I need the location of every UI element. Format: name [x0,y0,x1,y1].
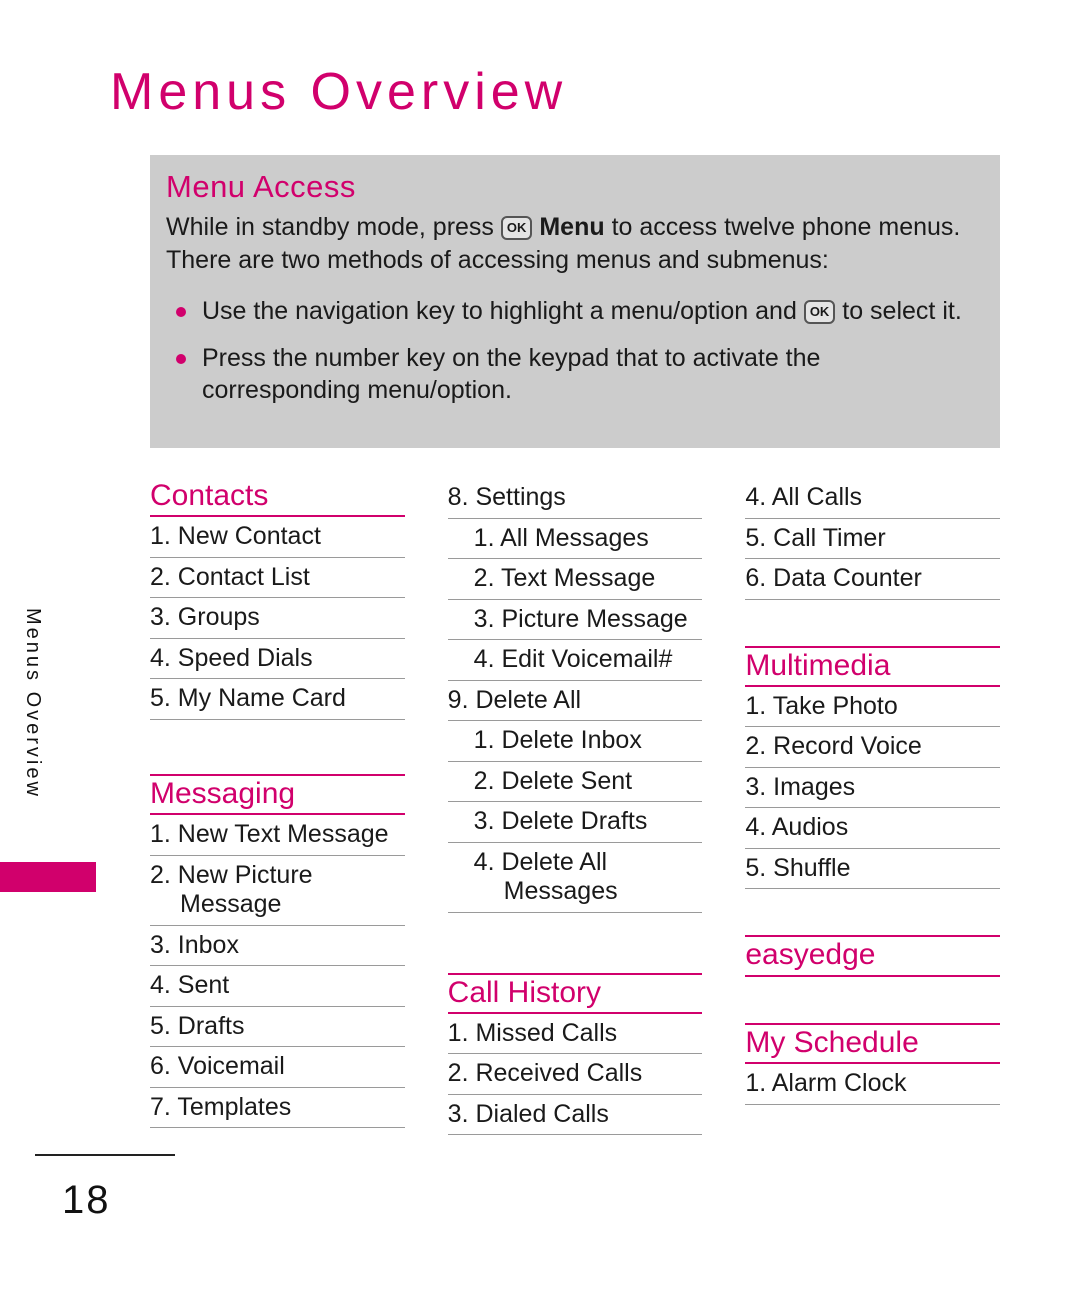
menu-item[interactable]: 2. New Picture Message [150,856,405,926]
side-tab-marker [0,862,96,892]
menu-access-bullets: Use the navigation key to highlight a me… [166,295,978,407]
page-number: 18 [62,1178,111,1222]
bullet-text-part1: Use the navigation key to highlight a me… [202,297,797,325]
menu-item[interactable]: 5. Shuffle [745,849,1001,890]
bullet-dot-icon [176,307,186,317]
menu-item[interactable]: 3. Inbox [150,926,405,967]
column-spacer [448,913,703,973]
menu-item[interactable]: 1. Delete Inbox [447,721,703,762]
section-call-history-continued: 4. All Calls 5. Call Timer 6. Data Count… [745,478,1001,600]
menu-item[interactable]: 1. All Messages [447,519,703,559]
menu-item[interactable]: 1. New Text Message [150,815,405,856]
menu-item[interactable]: 1. Take Photo [745,687,1001,728]
page-title: Menus Overview [110,63,568,121]
section-contacts: Contacts 1. New Contact 2. Contact List … [150,478,405,720]
menu-item[interactable]: 4. Edit Voicemail# [447,640,703,681]
menu-access-callout: Menu Access While in standby mode, press… [150,155,1000,448]
menu-access-paragraph: While in standby mode, press OK Menu to … [166,211,978,277]
menu-item[interactable]: 3. Picture Message [447,600,703,640]
ok-key-icon: OK [500,216,533,240]
menu-item[interactable]: 5. Drafts [150,1007,405,1048]
section-heading-messaging: Messaging [150,773,405,816]
menu-item[interactable]: 4. Audios [745,808,1001,849]
section-multimedia: Multimedia 1. Take Photo 2. Record Voice… [745,645,1001,890]
bullet-item: Use the navigation key to highlight a me… [166,295,978,328]
section-heading-easyedge: easyedge [745,935,1001,977]
bullet-text-part2: to select it. [842,297,962,325]
menu-item-label-cont: Message [180,890,282,919]
menu-word: Menu [539,213,605,241]
intro-text-part2: to access twelve phone menus. [611,213,961,241]
menu-access-heading: Menu Access [166,169,356,204]
section-messaging: Messaging 1. New Text Message 2. New Pic… [150,773,405,1129]
menu-item-label-cont: Messages [503,877,618,905]
column-spacer [745,977,1000,1023]
section-messaging-continued: 8. Settings 1. All Messages 2. Text Mess… [447,478,703,913]
menu-item[interactable]: 4. Sent [150,966,405,1007]
menu-item[interactable]: 3. Delete Drafts [447,802,703,843]
menu-item[interactable]: 2. Contact List [150,558,405,599]
menu-column-1: Contacts 1. New Contact 2. Contact List … [150,478,405,1135]
section-heading-call-history: Call History [447,972,703,1014]
menu-item[interactable]: 8. Settings [447,478,703,519]
section-heading-multimedia: Multimedia [745,645,1001,687]
intro-text-part1: While in standby mode, press [166,213,494,241]
menu-columns: Contacts 1. New Contact 2. Contact List … [150,478,1001,1136]
menu-item[interactable]: 1. Missed Calls [447,1014,703,1055]
menu-item[interactable]: 7. Templates [150,1088,405,1129]
intro-text-line2: There are two methods of accessing menus… [166,246,829,274]
menu-item[interactable]: 6. Data Counter [745,559,1001,600]
bullet-item: Press the number key on the keypad that … [166,342,978,407]
menu-item[interactable]: 3. Dialed Calls [447,1095,703,1136]
menu-item[interactable]: 3. Images [745,768,1001,809]
section-my-schedule: My Schedule 1. Alarm Clock [745,1022,1001,1105]
menu-column-2: 8. Settings 1. All Messages 2. Text Mess… [447,478,703,1136]
menu-item[interactable]: 4. Delete All Messages [447,843,703,913]
bullet-text-part1: Press the number key on the keypad that … [202,343,821,405]
menu-item[interactable]: 2. Delete Sent [447,762,703,802]
column-spacer [745,889,1000,935]
ok-key-icon: OK [803,300,836,324]
menu-item[interactable]: 5. Call Timer [745,519,1001,559]
menu-item-label: 4. Delete All [473,847,608,876]
menu-item[interactable]: 2. Text Message [447,559,703,600]
section-easyedge: easyedge [745,935,1001,977]
menu-item[interactable]: 9. Delete All [447,681,703,721]
section-call-history: Call History 1. Missed Calls 2. Received… [447,972,703,1136]
menu-item[interactable]: 3. Groups [150,598,405,639]
menu-item[interactable]: 6. Voicemail [150,1047,405,1088]
menu-item[interactable]: 2. Received Calls [447,1054,703,1095]
menu-item[interactable]: 4. All Calls [745,478,1001,519]
menu-item[interactable]: 4. Speed Dials [150,639,405,680]
column-spacer [745,600,1000,646]
menu-item-label: 2. New Picture [150,860,313,889]
bullet-dot-icon [176,353,186,364]
column-spacer [150,720,405,774]
menu-column-3: 4. All Calls 5. Call Timer 6. Data Count… [745,478,1001,1135]
footer-divider [35,1154,175,1156]
menu-item[interactable]: 5. My Name Card [150,679,405,720]
menu-item[interactable]: 1. New Contact [150,517,405,558]
menu-item[interactable]: 2. Record Voice [745,727,1001,768]
menu-item[interactable]: 1. Alarm Clock [745,1064,1001,1105]
section-heading-my-schedule: My Schedule [745,1022,1001,1065]
section-heading-contacts: Contacts [150,478,405,518]
